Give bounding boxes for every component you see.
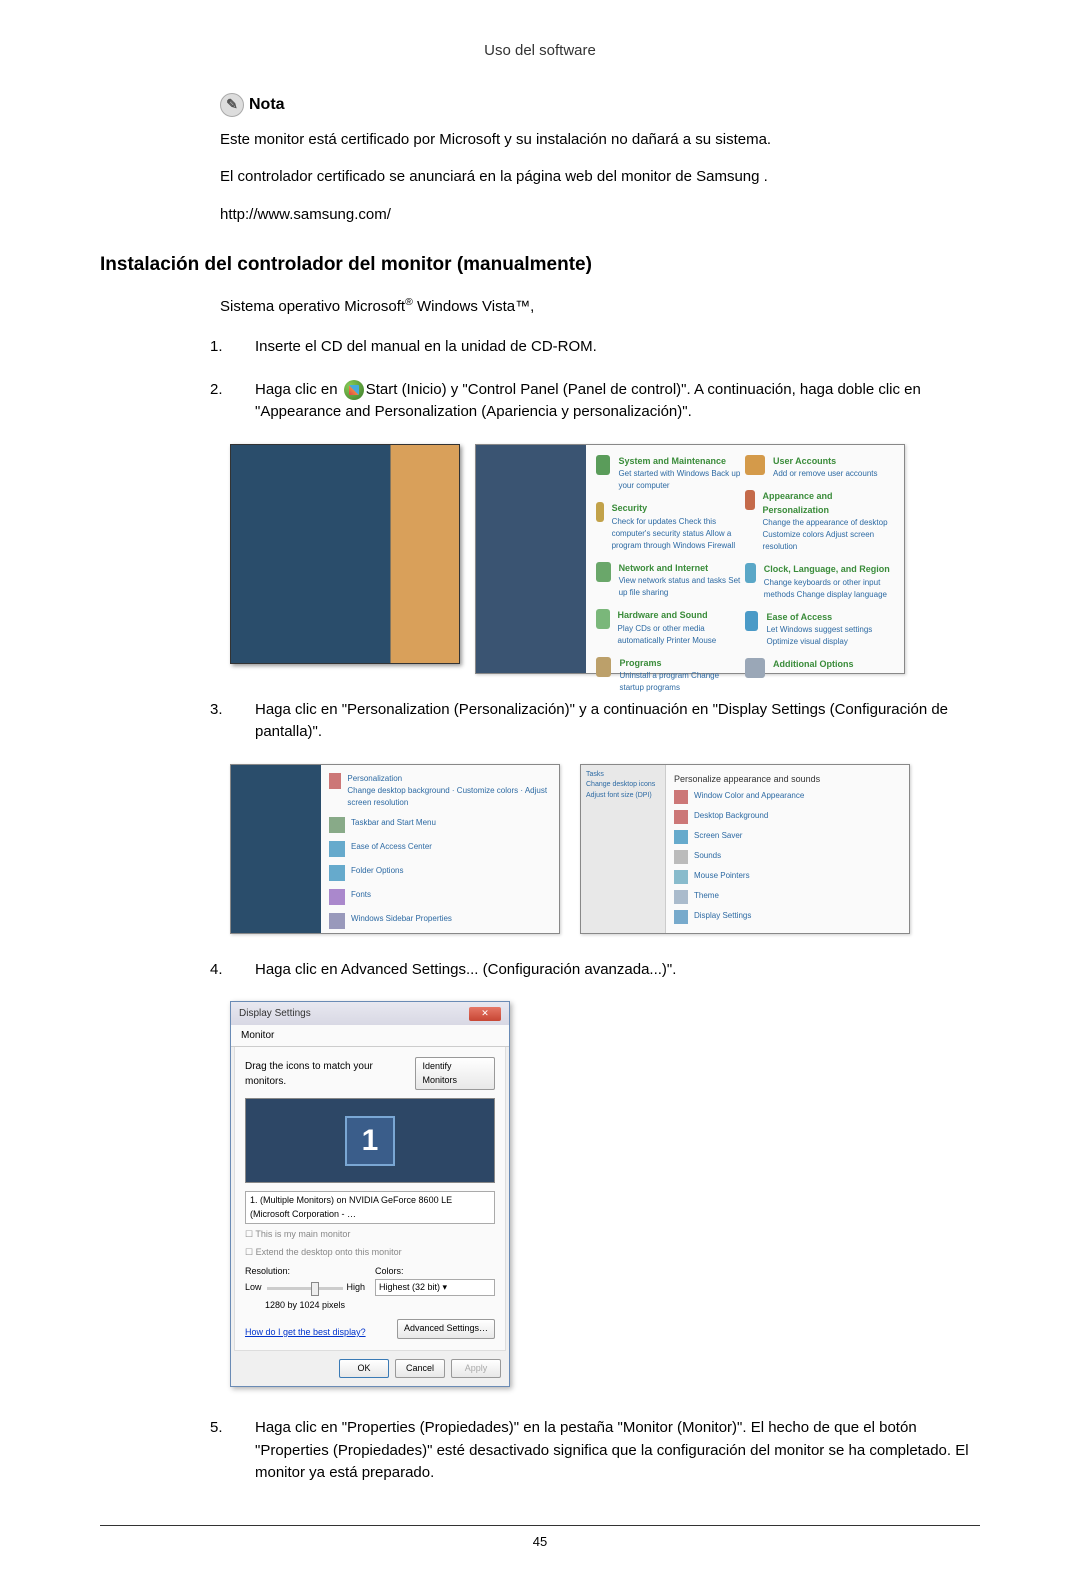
- step-3: 3. Haga clic en "Personalization (Person…: [210, 699, 980, 744]
- screenshot-control-panel: System and MaintenanceGet started with W…: [475, 444, 905, 674]
- resolution-value: 1280 by 1024 pixels: [245, 1299, 365, 1313]
- resolution-label: Resolution:: [245, 1265, 365, 1279]
- note-icon: ✎: [220, 93, 244, 117]
- step-4: 4. Haga clic en Advanced Settings... (Co…: [210, 959, 980, 982]
- close-icon[interactable]: ✕: [469, 1007, 501, 1021]
- extend-desktop-checkbox[interactable]: ☐ Extend the desktop onto this monitor: [245, 1246, 495, 1260]
- drag-hint: Drag the icons to match your monitors.: [245, 1059, 415, 1089]
- dialog-title: Display Settings: [239, 1006, 311, 1021]
- section-heading: Instalación del controlador del monitor …: [100, 251, 980, 280]
- tab-monitor[interactable]: Monitor: [231, 1025, 509, 1047]
- note-line-url: http://www.samsung.com/: [220, 204, 980, 227]
- main-monitor-checkbox[interactable]: ☐ This is my main monitor: [245, 1228, 495, 1242]
- footer-divider: [100, 1525, 980, 1526]
- os-text: Sistema operativo Microsoft® Windows Vis…: [220, 295, 980, 319]
- page-number: 45: [100, 1532, 980, 1552]
- monitor-1-icon[interactable]: 1: [345, 1116, 395, 1166]
- step-2: 2. Haga clic en Start (Inicio) y "Contro…: [210, 379, 980, 424]
- identify-monitors-button[interactable]: Identify Monitors: [415, 1057, 495, 1090]
- help-link[interactable]: How do I get the best display?: [245, 1326, 366, 1340]
- note-title: Nota: [249, 93, 285, 117]
- note-line-1: Este monitor está certificado por Micros…: [220, 129, 980, 152]
- note-block: ✎ Nota Este monitor está certificado por…: [220, 93, 980, 227]
- colors-label: Colors:: [375, 1265, 495, 1279]
- apply-button[interactable]: Apply: [451, 1359, 501, 1379]
- step-5: 5. Haga clic en "Properties (Propiedades…: [210, 1417, 980, 1485]
- ok-button[interactable]: OK: [339, 1359, 389, 1379]
- step-1: 1. Inserte el CD del manual en la unidad…: [210, 336, 980, 359]
- windows-start-icon: [344, 380, 364, 400]
- note-line-2: El controlador certificado se anunciará …: [220, 166, 980, 189]
- screenshot-start-menu: [230, 444, 460, 664]
- page-header: Uso del software: [100, 40, 980, 63]
- screenshot-display-settings: Display Settings ✕ Monitor Drag the icon…: [230, 1001, 510, 1387]
- screenshot-appearance: PersonalizationChange desktop background…: [230, 764, 560, 934]
- screenshot-personalization: TasksChange desktop iconsAdjust font siz…: [580, 764, 910, 934]
- resolution-slider[interactable]: Low High: [245, 1279, 365, 1297]
- cancel-button[interactable]: Cancel: [395, 1359, 445, 1379]
- colors-dropdown[interactable]: Highest (32 bit) ▾: [375, 1279, 495, 1297]
- monitor-preview[interactable]: 1: [245, 1098, 495, 1183]
- advanced-settings-button[interactable]: Advanced Settings…: [397, 1319, 495, 1339]
- monitor-dropdown[interactable]: 1. (Multiple Monitors) on NVIDIA GeForce…: [245, 1191, 495, 1224]
